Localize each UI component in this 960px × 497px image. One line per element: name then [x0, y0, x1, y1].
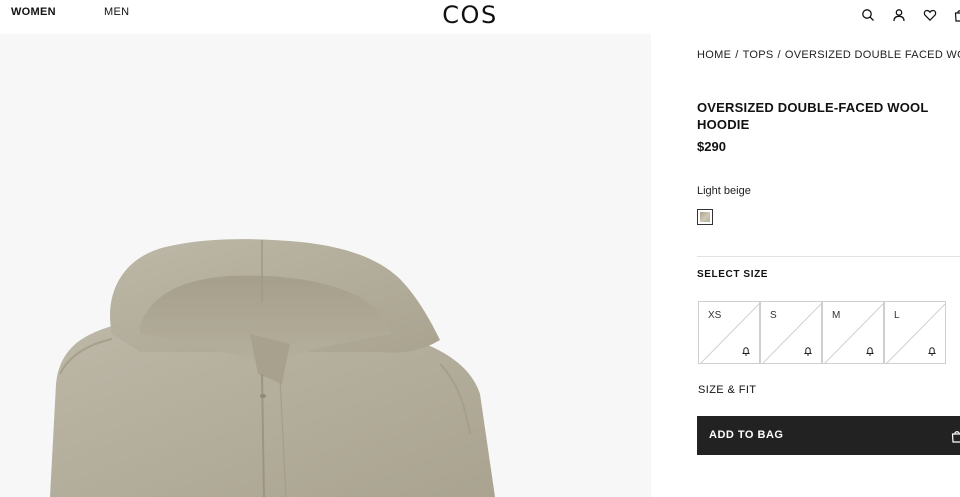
- size-and-fit-link[interactable]: SIZE & FIT: [698, 384, 756, 396]
- size-label: L: [894, 310, 900, 321]
- add-to-bag-label: ADD TO BAG: [709, 429, 784, 441]
- search-icon[interactable]: [861, 8, 875, 22]
- notify-bell-icon: [803, 346, 813, 356]
- hoodie-illustration: [50, 239, 495, 497]
- size-option-m[interactable]: M: [822, 301, 884, 364]
- size-label: XS: [708, 310, 722, 321]
- size-option-l[interactable]: L: [884, 301, 946, 364]
- breadcrumb-home[interactable]: HOME: [697, 49, 731, 61]
- breadcrumb-current: OVERSIZED DOUBLE FACED WOOL H: [784, 49, 960, 61]
- product-price: $290: [697, 139, 726, 154]
- product-title: OVERSIZED DOUBLE-FACED WOOL HOODIE: [697, 100, 929, 132]
- notify-bell-icon: [865, 346, 875, 356]
- select-size-heading: SELECT SIZE: [697, 269, 769, 280]
- breadcrumb-tops[interactable]: TOPS: [743, 49, 774, 61]
- shopping-bag-icon: [950, 429, 960, 443]
- notify-bell-icon: [741, 346, 751, 356]
- color-name: Light beige: [697, 185, 751, 197]
- size-label: M: [832, 310, 841, 321]
- color-swatch-light-beige[interactable]: [697, 209, 713, 225]
- account-icon[interactable]: [892, 8, 906, 22]
- breadcrumb-separator: /: [777, 49, 781, 61]
- breadcrumb: HOME/TOPS/OVERSIZED DOUBLE FACED WOOL H: [697, 49, 960, 61]
- breadcrumb-separator: /: [735, 49, 739, 61]
- wishlist-icon[interactable]: [923, 8, 937, 22]
- swatch-fill: [700, 212, 710, 222]
- add-to-bag-button[interactable]: ADD TO BAG: [697, 416, 960, 455]
- size-option-xs[interactable]: XS: [698, 301, 760, 364]
- size-option-s[interactable]: S: [760, 301, 822, 364]
- bag-icon[interactable]: [953, 8, 960, 22]
- product-image[interactable]: [0, 34, 651, 497]
- site-header: WOMEN MEN COS: [0, 0, 960, 34]
- divider: [697, 256, 960, 257]
- cos-logo[interactable]: COS: [0, 1, 940, 29]
- notify-bell-icon: [927, 346, 937, 356]
- size-label: S: [770, 310, 777, 321]
